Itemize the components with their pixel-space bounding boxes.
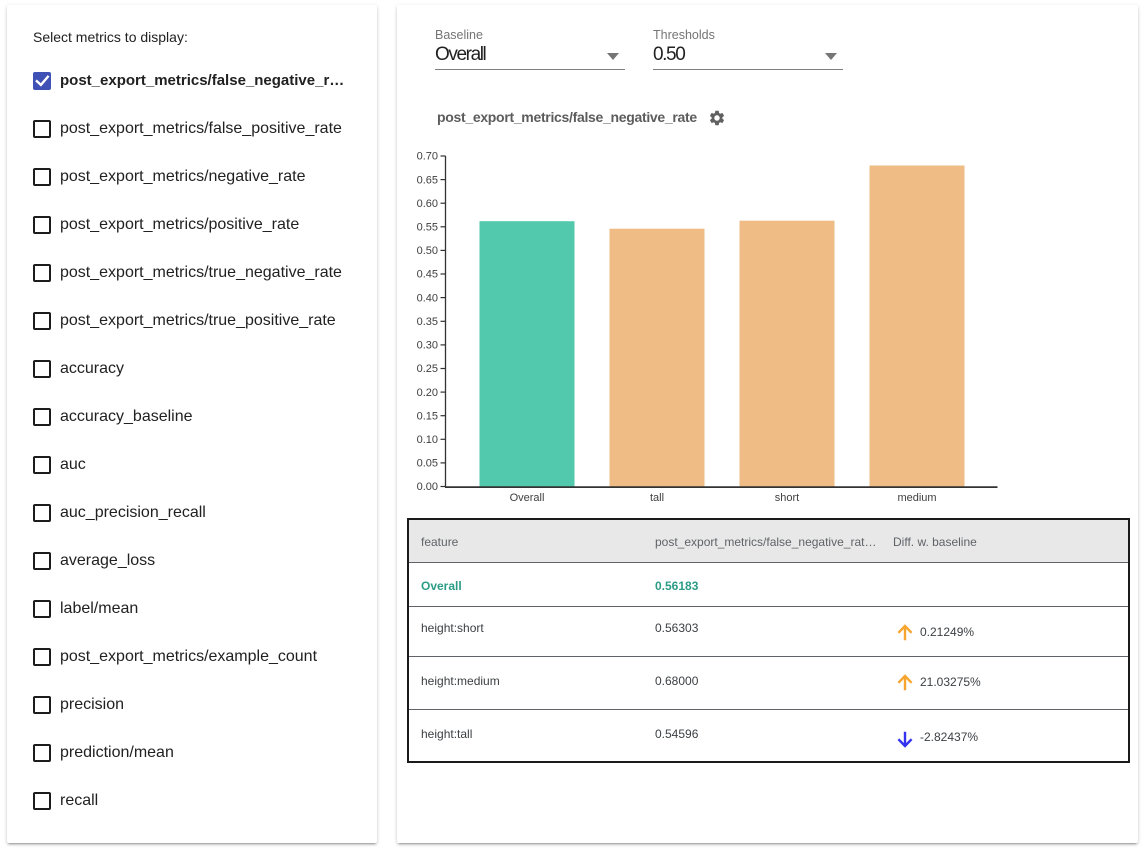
svg-text:0.70: 0.70	[417, 151, 438, 163]
svg-text:short: short	[775, 492, 799, 504]
svg-text:0.20: 0.20	[417, 387, 438, 399]
svg-text:0.30: 0.30	[417, 340, 438, 352]
svg-text:0.65: 0.65	[417, 174, 438, 186]
svg-text:medium: medium	[897, 492, 936, 504]
svg-text:0.60: 0.60	[417, 198, 438, 210]
svg-text:0.55: 0.55	[417, 222, 438, 234]
svg-text:0.15: 0.15	[417, 410, 438, 422]
svg-text:0.05: 0.05	[417, 458, 438, 470]
svg-text:0.40: 0.40	[417, 292, 438, 304]
svg-text:0.45: 0.45	[417, 269, 438, 281]
svg-text:0.50: 0.50	[417, 245, 438, 257]
svg-text:0.35: 0.35	[417, 316, 438, 328]
svg-text:Overall: Overall	[510, 492, 545, 504]
svg-text:0.10: 0.10	[417, 434, 438, 446]
svg-text:tall: tall	[650, 492, 664, 504]
svg-text:0.00: 0.00	[417, 481, 438, 493]
svg-text:0.25: 0.25	[417, 363, 438, 375]
